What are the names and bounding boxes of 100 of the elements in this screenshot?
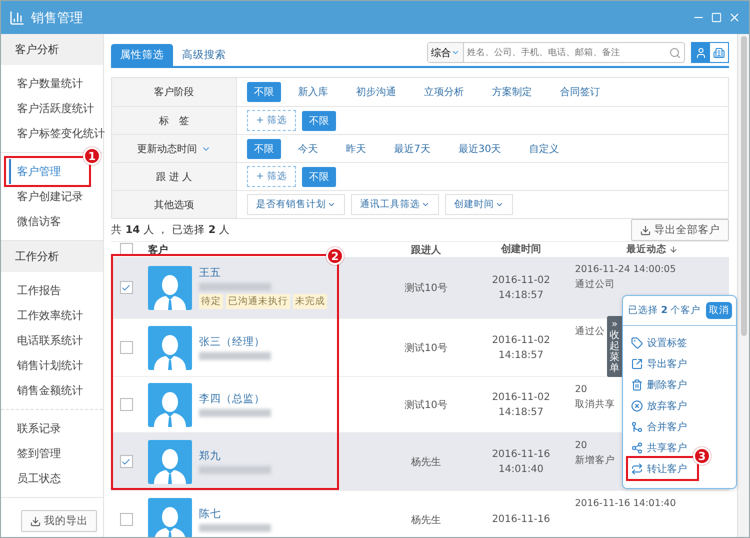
row-checkbox[interactable] <box>120 281 132 294</box>
sidebar-section-header: 客户分析 <box>1 34 103 65</box>
callout-number: 3 <box>693 447 711 465</box>
created-time-cell-text: 2016-11-02 14:18:57 <box>490 334 552 362</box>
sidebar-item[interactable]: 客户管理 <box>9 159 67 184</box>
activity-time: 2016-11-24 14:00:05 <box>575 263 676 277</box>
scrollbar-thumb[interactable] <box>740 36 746 336</box>
maximize-icon[interactable] <box>711 12 722 23</box>
window-title: 销售管理 <box>31 10 84 26</box>
filter-option[interactable]: 不限 <box>247 82 281 102</box>
follower-cell-text: 测试10号 <box>404 282 448 294</box>
filter-option[interactable]: 昨天 <box>339 138 373 158</box>
column-header[interactable]: 跟进人 <box>381 242 471 256</box>
customer-name[interactable]: 王五 <box>199 266 327 280</box>
filter-label: 跟 进 人 <box>156 170 192 184</box>
sidebar-item[interactable]: 客户标签变化统计 <box>9 121 111 146</box>
filter-option[interactable]: 最近30天 <box>451 138 508 158</box>
sidebar-item[interactable]: 工作报告 <box>9 278 67 303</box>
status-tag: 未完成 <box>293 294 327 309</box>
activity-time: 20 <box>575 383 588 397</box>
row-checkbox[interactable] <box>120 513 132 526</box>
caret-icon <box>451 48 460 57</box>
caret-icon <box>327 200 336 209</box>
filter-option[interactable]: 今天 <box>291 138 325 158</box>
sidebar-item[interactable]: 签到管理 <box>9 441 67 466</box>
batch-action-item[interactable]: 删除客户 <box>629 375 689 394</box>
filter-option[interactable]: 不限 <box>302 110 336 130</box>
blurred-company-name <box>199 409 271 417</box>
trash-icon <box>631 378 643 390</box>
filter-dropdown[interactable]: 通讯工具筛选 <box>351 194 439 215</box>
my-export-button[interactable]: 我的导出 <box>21 510 97 532</box>
filter-option[interactable]: 自定义 <box>522 138 566 158</box>
tab[interactable]: 高级搜索 <box>173 44 235 66</box>
blurred-company-name <box>199 283 271 291</box>
column-header[interactable]: 创建时间 <box>471 242 571 257</box>
customer-name[interactable]: 陈七 <box>199 507 271 521</box>
sidebar-item[interactable]: 客户数量统计 <box>9 71 89 96</box>
filter-option[interactable]: 初步沟通 <box>349 82 403 102</box>
selected-count: 已选择 2 个客户 <box>628 304 701 317</box>
sidebar-item[interactable]: 客户创建记录 <box>9 184 89 209</box>
customer-name[interactable]: 李四（总监） <box>199 392 271 406</box>
filter-option[interactable]: 方案制定 <box>485 82 539 102</box>
batch-action-item[interactable]: 共享客户 <box>629 438 689 457</box>
activity-time: 2016-11-16 14:01:40 <box>575 497 676 511</box>
blurred-company-name <box>199 524 271 532</box>
add-filter-button[interactable]: + 筛选 <box>247 166 296 187</box>
search-icon[interactable] <box>669 46 681 58</box>
column-header[interactable]: 最近动态 <box>575 242 729 257</box>
filter-option[interactable]: 立项分析 <box>417 82 471 102</box>
batch-action-item[interactable]: 导出客户 <box>629 354 689 373</box>
person-icon <box>695 46 707 58</box>
sidebar-item[interactable]: 销售金额统计 <box>9 378 89 403</box>
filter-option[interactable]: 合同签订 <box>553 82 607 102</box>
export-icon <box>631 358 643 370</box>
filter-option[interactable]: 最近7天 <box>387 138 438 158</box>
filter-option[interactable]: 不限 <box>247 138 281 158</box>
filter-option[interactable]: 新入库 <box>291 82 335 102</box>
add-filter-button[interactable]: + 筛选 <box>247 110 296 131</box>
building-icon <box>713 46 725 58</box>
customer-name[interactable]: 张三（经理） <box>199 335 271 349</box>
caret-icon <box>495 200 504 209</box>
batch-action-item[interactable]: 放弃客户 <box>629 396 689 415</box>
person-silhouette-icon <box>153 334 187 370</box>
batch-action-item[interactable]: 合并客户 <box>629 417 689 436</box>
sidebar-item[interactable]: 工作效率统计 <box>9 303 89 328</box>
collapse-menu[interactable]: » 收起菜单 <box>607 316 622 377</box>
sidebar-item[interactable]: 微信访客 <box>9 209 67 234</box>
tab[interactable]: 属性筛选 <box>111 44 173 66</box>
download-icon <box>640 224 651 236</box>
filter-option[interactable]: 不限 <box>302 166 336 186</box>
created-time-cell-text: 2016-11-02 14:18:57 <box>490 390 552 420</box>
sidebar-item[interactable]: 电话联系统计 <box>9 328 89 353</box>
close-icon[interactable] <box>728 11 741 24</box>
person-silhouette-icon <box>153 274 187 310</box>
follower-cell-text: 杨先生 <box>410 514 442 526</box>
callout-number: 1 <box>83 147 101 165</box>
activity-text: 通过公司 <box>575 278 615 292</box>
download-icon <box>30 516 41 526</box>
cancel-button[interactable]: 取消 <box>706 302 732 319</box>
sidebar-section-header: 工作分析 <box>1 241 103 272</box>
row-checkbox[interactable] <box>120 341 132 354</box>
search-scope-dropdown[interactable]: 综合 <box>428 43 464 62</box>
batch-action-item[interactable]: 转让客户 <box>629 459 689 478</box>
activity-text: 新增客户 <box>575 454 615 468</box>
filter-dropdown[interactable]: 是否有销售计划 <box>247 194 345 215</box>
export-all-button[interactable]: 导出全部客户 <box>631 219 729 241</box>
person-view-button[interactable] <box>692 43 710 62</box>
sidebar-item[interactable]: 销售计划统计 <box>9 353 89 378</box>
row-checkbox[interactable] <box>120 398 132 411</box>
follower-cell-text: 杨先生 <box>410 456 442 468</box>
filter-dropdown[interactable]: 创建时间 <box>445 194 513 215</box>
row-checkbox[interactable] <box>120 455 132 468</box>
batch-action-item[interactable]: 设置标签 <box>629 333 689 352</box>
customer-name[interactable]: 郑九 <box>199 449 271 463</box>
filter-label: 更新动态时间 <box>137 142 197 156</box>
sidebar-item[interactable]: 客户活跃度统计 <box>9 96 100 121</box>
column-header[interactable]: 客户 <box>148 242 168 256</box>
sidebar-item[interactable]: 员工状态 <box>9 466 67 491</box>
callout-number: 2 <box>326 247 344 265</box>
sidebar-item[interactable]: 联系记录 <box>9 416 67 441</box>
